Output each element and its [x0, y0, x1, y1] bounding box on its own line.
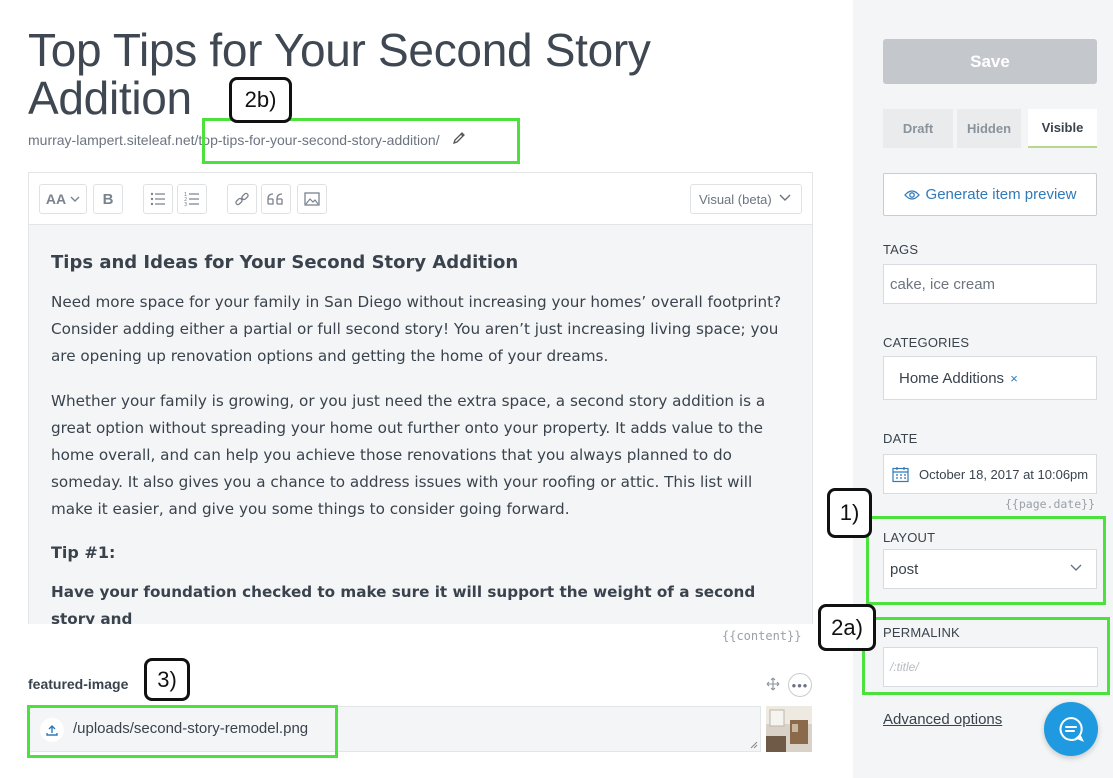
visibility-draft[interactable]: Draft: [883, 109, 953, 148]
chat-icon[interactable]: [1044, 702, 1098, 756]
url-domain: murray-lampert.siteleaf.net: [28, 132, 195, 148]
layout-value: post: [890, 560, 919, 578]
url-slug[interactable]: /top-tips-for-your-second-story-addition…: [195, 132, 440, 148]
font-size-label: AA: [45, 191, 67, 207]
numbered-list-icon[interactable]: 123: [177, 184, 207, 214]
svg-text:3: 3: [184, 202, 187, 207]
bold-button[interactable]: B: [93, 184, 123, 214]
tags-label: TAGS: [883, 242, 919, 257]
date-value: October 18, 2017 at 10:06pm: [919, 466, 1089, 482]
close-icon[interactable]: ×: [1010, 371, 1018, 386]
visibility-hidden[interactable]: Hidden: [957, 109, 1021, 148]
sidebar: Save Draft Hidden Visible Generate item …: [853, 0, 1113, 778]
move-icon[interactable]: [766, 677, 780, 694]
content-paragraph: Whether your family is growing, or you j…: [51, 392, 766, 518]
content-variable-tag: {{content}}: [722, 629, 802, 643]
generate-preview-button[interactable]: Generate item preview: [883, 173, 1097, 216]
category-chip: Home Additions ×: [889, 365, 1024, 391]
tags-input[interactable]: cake, ice cream: [883, 264, 1097, 304]
layout-select[interactable]: post: [883, 549, 1097, 589]
advanced-options-link[interactable]: Advanced options: [883, 711, 1002, 728]
content-heading: Tips and Ideas for Your Second Story Add…: [51, 252, 519, 273]
date-variable-tag: {{page.date}}: [1005, 497, 1096, 511]
callout-3: 3): [144, 658, 190, 701]
more-options-icon[interactable]: •••: [788, 673, 812, 697]
editor-mode-label: Visual (beta): [699, 191, 772, 207]
main-panel: Top Tips for Your Second Story Addition …: [0, 0, 853, 778]
resize-handle-icon: [750, 741, 758, 749]
layout-label: LAYOUT: [883, 530, 936, 545]
chevron-down-icon: [779, 194, 791, 201]
permalink-label: PERMALINK: [883, 625, 960, 640]
featured-image-field[interactable]: /uploads/second-story-remodel.png: [28, 706, 761, 752]
tip-text: Have your foundation checked to make sur…: [51, 583, 756, 624]
featured-image-path: /uploads/second-story-remodel.png: [73, 720, 309, 737]
featured-image-thumbnail[interactable]: [766, 706, 812, 752]
editor-content[interactable]: Tips and Ideas for Your Second Story Add…: [29, 225, 812, 624]
callout-2a: 2a): [818, 604, 876, 651]
image-icon[interactable]: [297, 184, 327, 214]
eye-icon: [903, 189, 920, 200]
font-size-button[interactable]: AA: [39, 184, 87, 214]
link-icon[interactable]: [227, 184, 257, 214]
content-editor: AA B 123 Visual (beta) Tips and Ideas fo…: [28, 172, 813, 624]
editor-mode-select[interactable]: Visual (beta): [690, 184, 802, 214]
visibility-visible[interactable]: Visible: [1028, 109, 1097, 148]
date-input[interactable]: October 18, 2017 at 10:06pm: [883, 454, 1097, 494]
category-chip-label: Home Additions: [899, 369, 1005, 387]
bullet-list-icon[interactable]: [143, 184, 173, 214]
content-paragraph: Need more space for your family in San D…: [51, 293, 782, 365]
featured-image-label: featured-image: [28, 676, 129, 692]
callout-2b: 2b): [229, 77, 292, 123]
chevron-down-icon: [70, 196, 80, 202]
quote-icon[interactable]: [261, 184, 291, 214]
categories-input[interactable]: Home Additions ×: [883, 356, 1097, 400]
chevron-down-icon: [1070, 564, 1082, 571]
pencil-icon[interactable]: [452, 131, 466, 148]
preview-label: Generate item preview: [925, 186, 1077, 203]
tip-heading: Tip #1:: [51, 543, 116, 562]
editor-toolbar: AA B 123 Visual (beta): [29, 173, 812, 225]
post-url[interactable]: murray-lampert.siteleaf.net/top-tips-for…: [28, 131, 466, 148]
upload-icon[interactable]: [40, 718, 64, 742]
date-label: DATE: [883, 431, 918, 446]
permalink-input[interactable]: /:title/: [883, 647, 1098, 687]
calendar-icon: [892, 466, 909, 482]
callout-1: 1): [827, 488, 872, 538]
page-title[interactable]: Top Tips for Your Second Story Addition: [28, 26, 748, 122]
categories-label: CATEGORIES: [883, 335, 970, 350]
save-button[interactable]: Save: [883, 39, 1097, 84]
